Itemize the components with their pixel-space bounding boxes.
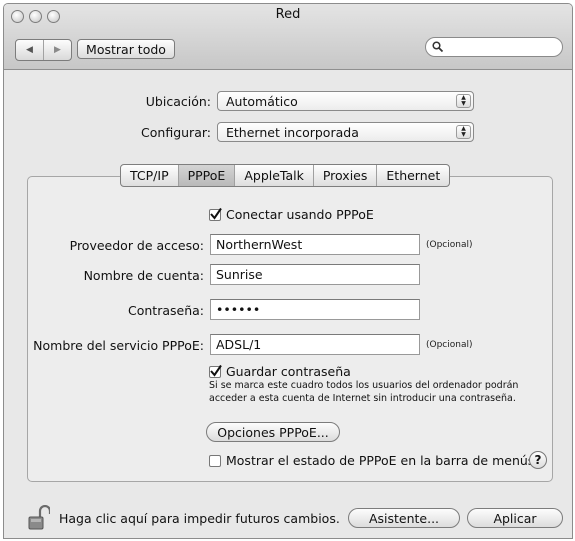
provider-field[interactable]: NorthernWest	[210, 234, 420, 255]
back-forward-control: ◀ ▶	[15, 39, 72, 61]
network-preferences-window: Red ◀ ▶ Mostrar todo Ubicación: Automáti…	[3, 3, 573, 539]
service-optional-label: (Opcional)	[426, 340, 473, 350]
lock-text: Haga clic aquí para impedir futuros camb…	[59, 511, 340, 526]
provider-optional-label: (Opcional)	[426, 240, 473, 250]
configure-value: Ethernet incorporada	[226, 125, 359, 140]
show-status-checkbox[interactable]	[209, 455, 221, 467]
save-password-checkbox[interactable]	[209, 364, 222, 378]
tab-ethernet[interactable]: Ethernet	[377, 165, 449, 186]
forward-icon[interactable]: ▶	[44, 40, 71, 60]
location-label: Ubicación:	[145, 94, 211, 109]
service-label: Nombre del servicio PPPoE:	[33, 338, 204, 353]
save-password-note-line-1: Si se marca este cuadro todos los usuari…	[209, 380, 519, 391]
tab-appletalk[interactable]: AppleTalk	[235, 165, 314, 186]
configure-label: Configurar:	[141, 125, 211, 140]
search-icon	[432, 41, 444, 53]
search-input[interactable]	[425, 37, 563, 57]
popup-arrows-icon: ▲ ▼	[456, 94, 471, 108]
back-icon[interactable]: ◀	[16, 40, 44, 60]
popup-arrows-icon: ▲ ▼	[456, 125, 471, 139]
window-titlebar: Red ◀ ▶ Mostrar todo	[4, 4, 572, 70]
save-password-note: Si se marca este cuadro todos los usuari…	[209, 379, 518, 405]
connect-pppoe-label: Conectar usando PPPoE	[226, 207, 374, 222]
provider-label: Proveedor de acceso:	[69, 238, 204, 253]
apply-button[interactable]: Aplicar	[467, 508, 563, 528]
help-icon[interactable]: ?	[529, 451, 547, 469]
tab-pppoe[interactable]: PPPoE	[178, 165, 236, 186]
checkmark-icon	[210, 207, 222, 220]
password-field[interactable]: ••••••	[210, 299, 420, 320]
assistant-button[interactable]: Asistente...	[348, 508, 460, 528]
location-value: Automático	[226, 94, 298, 109]
show-status-label: Mostrar el estado de PPPoE en la barra d…	[226, 453, 535, 468]
tab-tcpip[interactable]: TCP/IP	[121, 165, 179, 186]
connect-pppoe-checkbox[interactable]	[209, 207, 222, 221]
tab-bar: TCP/IP PPPoE AppleTalk Proxies Ethernet	[120, 164, 451, 187]
password-label: Contraseña:	[128, 303, 204, 318]
configure-popup[interactable]: Ethernet incorporada ▲ ▼	[217, 122, 474, 142]
pppoe-options-button[interactable]: Opciones PPPoE...	[206, 422, 340, 442]
service-field[interactable]: ADSL/1	[210, 334, 420, 355]
show-all-button[interactable]: Mostrar todo	[77, 39, 175, 59]
tab-proxies[interactable]: Proxies	[314, 165, 378, 186]
account-label: Nombre de cuenta:	[83, 268, 204, 283]
save-password-note-line-2: acceder a esta cuenta de Internet sin in…	[209, 393, 516, 404]
account-field[interactable]: Sunrise	[210, 264, 420, 285]
checkmark-icon	[210, 364, 222, 377]
location-popup[interactable]: Automático ▲ ▼	[217, 91, 474, 111]
window-title: Red	[275, 7, 301, 22]
save-password-label: Guardar contraseña	[226, 364, 351, 379]
lock-icon[interactable]	[28, 505, 50, 531]
